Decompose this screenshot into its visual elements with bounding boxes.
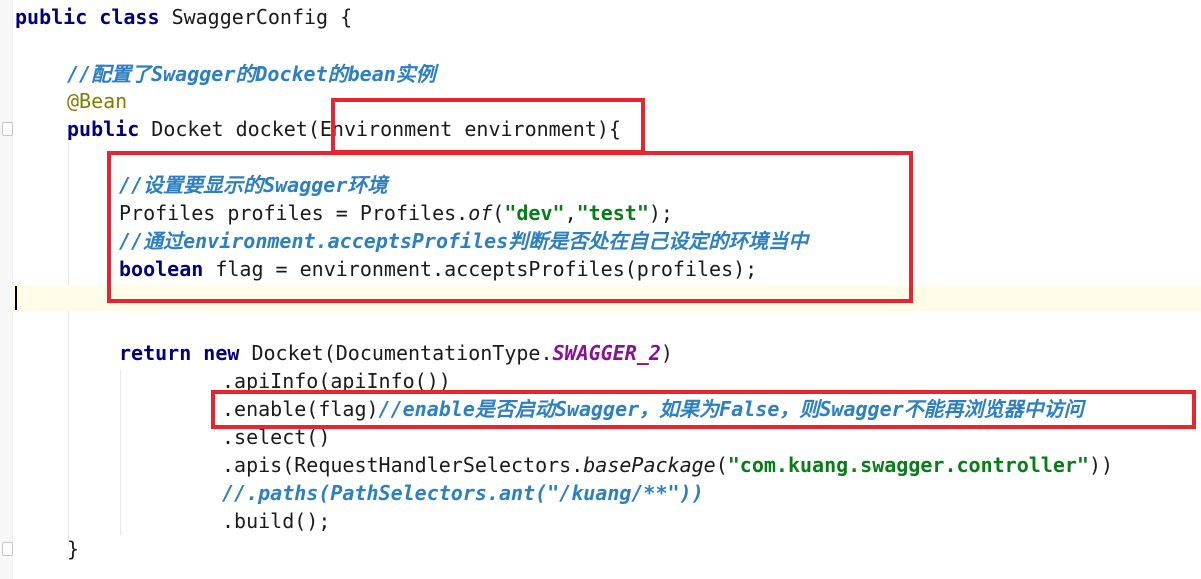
code-line-return[interactable]: return new Docket(DocumentationType.SWAG… xyxy=(119,340,673,366)
highlight-box-parameter xyxy=(331,98,645,154)
static-method: basePackage xyxy=(583,453,716,477)
text-caret xyxy=(15,286,17,310)
fold-marker-method-end[interactable] xyxy=(2,542,13,556)
fold-marker-method[interactable] xyxy=(2,122,13,136)
keyword: class xyxy=(99,5,160,29)
code-line-paths-comment[interactable]: //.paths(PathSelectors.ant("/kuang/**")) xyxy=(222,480,704,506)
code-line-class-decl[interactable]: public class SwaggerConfig { xyxy=(15,4,352,30)
annotation: @Bean xyxy=(67,89,128,113)
code-text: .build(); xyxy=(222,509,331,533)
code-line-annotation[interactable]: @Bean xyxy=(67,88,127,114)
code-comment: //配置了Swagger的Docket的bean实例 xyxy=(67,62,436,86)
indent-guide xyxy=(68,142,69,547)
code-text: Docket(DocumentationType. xyxy=(251,341,553,365)
code-line-apis[interactable]: .apis(RequestHandlerSelectors.basePackag… xyxy=(222,452,1113,478)
highlight-box-enable-line xyxy=(211,390,1196,429)
static-field: SWAGGER_2 xyxy=(552,341,661,365)
code-text: ( xyxy=(715,453,728,477)
code-editor[interactable]: public class SwaggerConfig { //配置了Swagge… xyxy=(0,0,1201,579)
method-signature: Docket docket( xyxy=(151,117,320,141)
indent-guide xyxy=(120,370,121,535)
highlight-box-profiles-block xyxy=(107,151,913,303)
keyword: new xyxy=(203,341,240,365)
code-line-build[interactable]: .build(); xyxy=(222,508,330,534)
code-text: )) xyxy=(1088,453,1114,477)
code-text: ) xyxy=(660,341,673,365)
code-text: .apis(RequestHandlerSelectors. xyxy=(222,453,584,477)
class-name: SwaggerConfig { xyxy=(171,5,353,29)
keyword: return xyxy=(119,341,192,365)
string-literal: "com.kuang.swagger.controller" xyxy=(727,453,1089,477)
keyword: public xyxy=(67,117,140,141)
code-line-comment-bean[interactable]: //配置了Swagger的Docket的bean实例 xyxy=(67,61,436,87)
closing-brace: } xyxy=(67,537,80,561)
code-comment: //.paths(PathSelectors.ant("/kuang/**")) xyxy=(222,481,704,505)
keyword: public xyxy=(15,5,88,29)
code-line-closing-brace[interactable]: } xyxy=(67,536,79,562)
